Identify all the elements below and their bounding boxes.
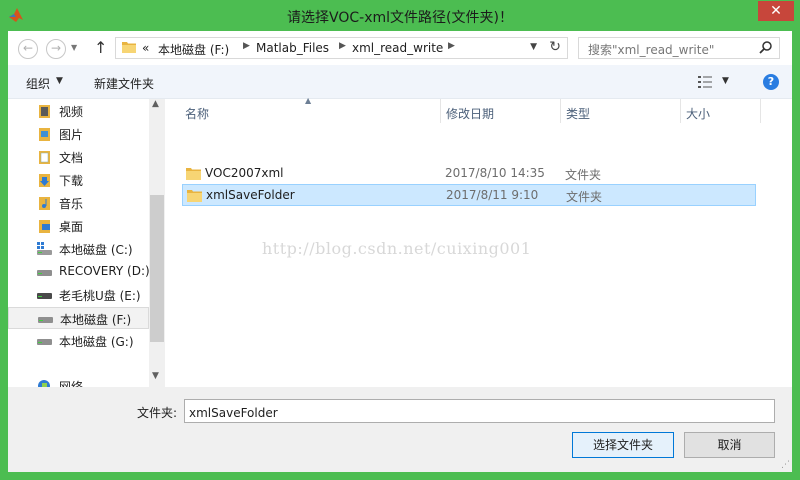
watermark: http://blog.csdn.net/cuixing001 [262, 239, 532, 258]
sidebar-item-label: 视频 [59, 105, 84, 119]
navigation-scrollbar[interactable]: ▲ ▼ [149, 99, 165, 387]
breadcrumb-xml-read-write[interactable]: xml_read_write [352, 41, 443, 55]
sidebar-item-label: 本地磁盘 (C:) [59, 243, 133, 257]
folder-icon [187, 190, 202, 202]
column-divider[interactable] [760, 99, 761, 123]
column-header-type[interactable]: 类型 [566, 105, 590, 122]
documents-folder-icon [39, 151, 50, 164]
address-history-chevron-icon[interactable]: ▼ [530, 42, 537, 52]
pictures-folder-icon [39, 128, 50, 141]
sidebar-item-drive-e[interactable]: 老毛桃U盘 (E:) [8, 284, 149, 306]
column-divider[interactable] [440, 99, 441, 123]
forward-button[interactable]: → [46, 39, 66, 59]
resize-grip-icon[interactable]: ⋰ [781, 460, 790, 470]
music-folder-icon [39, 197, 50, 210]
sidebar-item-drive-d[interactable]: RECOVERY (D:) [8, 261, 150, 283]
file-type: 文件夹 [565, 168, 602, 182]
desktop-folder-icon [39, 220, 50, 233]
sidebar-item-label: 老毛桃U盘 (E:) [59, 289, 141, 303]
folder-field[interactable] [184, 399, 775, 423]
navigation-bar: ← → ▼ ↑ « 本地磁盘 (F:) ▶ Matlab_Files ▶ xml… [8, 31, 792, 65]
help-icon[interactable]: ? [763, 74, 779, 90]
sidebar-item-label: RECOVERY (D:) [59, 264, 150, 278]
sidebar-item-label: 文档 [59, 151, 84, 165]
sidebar-item-label: 网络 [59, 380, 84, 387]
folder-icon [186, 168, 201, 180]
sidebar-item-pictures[interactable]: 图片 [8, 123, 149, 145]
breadcrumb-drive[interactable]: 本地磁盘 (F:) [158, 41, 229, 58]
videos-folder-icon [39, 105, 50, 118]
sidebar-item-documents[interactable]: 文档 [8, 146, 149, 168]
breadcrumb-separator-icon[interactable]: ▶ [448, 41, 455, 51]
file-date: 2017/8/11 9:10 [446, 188, 539, 202]
address-bar[interactable]: « 本地磁盘 (F:) ▶ Matlab_Files ▶ xml_read_wr… [115, 37, 568, 59]
breadcrumb-separator-icon[interactable]: ▶ [243, 41, 250, 51]
sidebar-item-music[interactable]: 音乐 [8, 192, 149, 214]
chevron-down-icon[interactable]: ▼ [56, 76, 63, 86]
file-name: VOC2007xml [205, 166, 284, 180]
dialog-client: ← → ▼ ↑ « 本地磁盘 (F:) ▶ Matlab_Files ▶ xml… [8, 31, 792, 472]
sidebar-item-label: 下载 [59, 174, 84, 188]
search-input[interactable]: 搜索"xml_read_write" [578, 37, 780, 59]
column-header-date[interactable]: 修改日期 [446, 105, 494, 122]
breadcrumb-separator-icon[interactable]: ▶ [339, 41, 346, 51]
usb-drive-icon [37, 293, 52, 299]
sidebar-item-label: 本地磁盘 (G:) [59, 335, 134, 349]
breadcrumb-matlab-files[interactable]: Matlab_Files [256, 41, 329, 55]
chevron-down-icon[interactable]: ▼ [722, 76, 729, 86]
organize-button[interactable]: 组织 [26, 75, 50, 92]
file-row[interactable]: VOC2007xml 2017/8/10 14:35 文件夹 [182, 163, 756, 185]
folder-field-label: 文件夹: [137, 406, 178, 420]
network-icon [38, 380, 50, 387]
close-button[interactable]: ✕ [758, 1, 794, 21]
view-options-icon[interactable] [698, 75, 714, 89]
file-list: ▲ 名称 修改日期 类型 大小 VOC2007xml 2017/8/10 14:… [165, 96, 792, 387]
file-date: 2017/8/10 14:35 [445, 166, 545, 180]
folder-icon [122, 42, 136, 53]
back-button[interactable]: ← [18, 39, 38, 59]
scrollbar-thumb[interactable] [150, 195, 164, 342]
sidebar-item-desktop[interactable]: 桌面 [8, 215, 149, 237]
recent-locations-chevron-icon[interactable]: ▼ [71, 43, 77, 52]
scroll-up-icon[interactable]: ▲ [152, 99, 159, 109]
navigation-pane: 视频 图片 文档 下载 音乐 桌面 本地磁盘 (C:) RECOVERY (D:… [8, 99, 165, 387]
drive-icon [37, 339, 52, 345]
sidebar-item-drive-g[interactable]: 本地磁盘 (G:) [8, 330, 149, 352]
refresh-button[interactable]: ↻ [549, 39, 561, 55]
command-bar: 组织 ▼ 新建文件夹 ▼ ? [8, 65, 792, 99]
cancel-button[interactable]: 取消 [684, 432, 775, 458]
scroll-down-icon[interactable]: ▼ [152, 371, 159, 381]
column-header-name[interactable]: 名称 [185, 105, 209, 122]
file-name: xmlSaveFolder [206, 188, 295, 202]
sidebar-item-videos[interactable]: 视频 [8, 100, 149, 122]
drive-icon [37, 270, 52, 276]
column-header-size[interactable]: 大小 [686, 105, 710, 122]
window-title: 请选择VOC-xml文件路径(文件夹)！ [287, 10, 513, 26]
sidebar-item-label: 音乐 [59, 197, 84, 211]
column-divider[interactable] [560, 99, 561, 123]
sort-ascending-icon: ▲ [305, 96, 312, 105]
file-row-selected[interactable]: xmlSaveFolder 2017/8/11 9:10 文件夹 [182, 184, 756, 206]
breadcrumb-overflow[interactable]: « [142, 41, 149, 55]
sidebar-item-label: 桌面 [59, 220, 84, 234]
downloads-folder-icon [39, 174, 50, 187]
search-icon[interactable] [759, 40, 773, 54]
drive-icon [38, 317, 53, 323]
sidebar-item-downloads[interactable]: 下载 [8, 169, 149, 191]
sidebar-item-drive-c[interactable]: 本地磁盘 (C:) [8, 238, 149, 260]
file-type: 文件夹 [566, 190, 603, 204]
select-folder-button[interactable]: 选择文件夹 [572, 432, 674, 458]
search-placeholder: 搜索"xml_read_write" [588, 43, 715, 57]
system-drive-icon [37, 242, 52, 255]
sidebar-item-label: 图片 [59, 128, 84, 142]
up-button[interactable]: ↑ [94, 38, 107, 57]
dialog-footer: 文件夹: 选择文件夹 取消 ⋰ [8, 387, 792, 472]
sidebar-item-label: 本地磁盘 (F:) [60, 313, 132, 327]
new-folder-button[interactable]: 新建文件夹 [94, 75, 154, 92]
dialog-window: 请选择VOC-xml文件路径(文件夹)！ ✕ ← → ▼ ↑ « 本地磁盘 (F… [0, 0, 800, 480]
sidebar-item-network[interactable]: 网络 [8, 375, 149, 387]
sidebar-item-drive-f[interactable]: 本地磁盘 (F:) [8, 307, 149, 329]
column-divider[interactable] [680, 99, 681, 123]
title-bar[interactable]: 请选择VOC-xml文件路径(文件夹)！ ✕ [0, 0, 800, 31]
